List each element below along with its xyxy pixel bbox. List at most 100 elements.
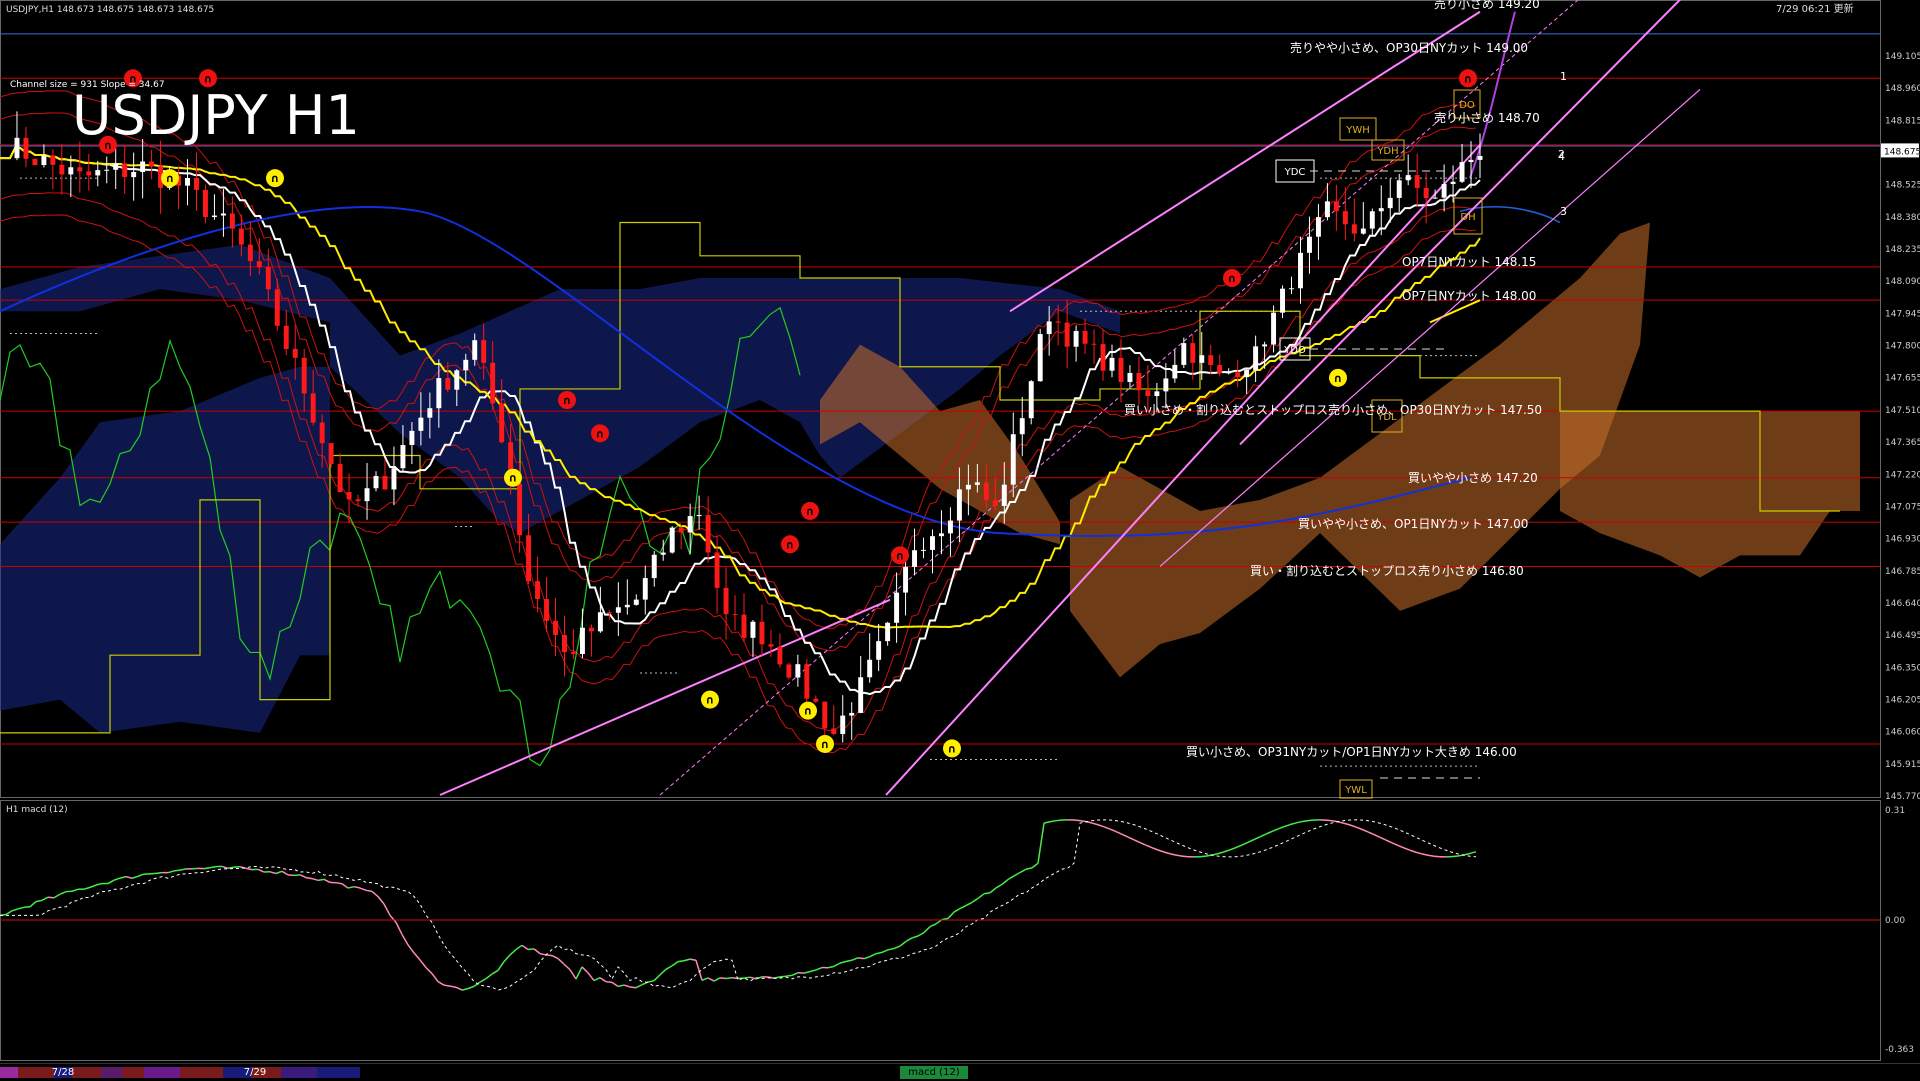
macd-segment bbox=[828, 966, 834, 967]
macd-segment bbox=[372, 891, 378, 896]
macd-segment bbox=[42, 897, 48, 900]
candle-body bbox=[194, 178, 199, 190]
candle-body bbox=[1361, 229, 1366, 234]
price-tick-20: 146.205 bbox=[1885, 695, 1920, 705]
macd-segment bbox=[1218, 852, 1224, 854]
candle-body bbox=[284, 326, 289, 349]
macd-panel-frame bbox=[1, 801, 1881, 1061]
candle-body bbox=[391, 468, 396, 489]
candle-body bbox=[607, 612, 612, 613]
macd-segment bbox=[426, 968, 432, 974]
candle-body bbox=[1029, 381, 1034, 418]
macd-segment bbox=[948, 912, 954, 918]
candle-body bbox=[239, 229, 244, 245]
candle-body bbox=[1397, 180, 1402, 198]
fractal-up-icon: ∩ bbox=[701, 691, 719, 709]
candle-body bbox=[894, 593, 899, 623]
macd-segment bbox=[1470, 852, 1476, 854]
fractal-down-icon: ∩ bbox=[1223, 269, 1241, 287]
macd-segment bbox=[492, 970, 498, 974]
candle-body bbox=[374, 476, 379, 488]
macd-segment bbox=[1140, 843, 1146, 846]
candle-body bbox=[409, 431, 414, 445]
macd-segment bbox=[804, 972, 810, 974]
macd-segment bbox=[870, 954, 876, 957]
candle-body bbox=[526, 535, 531, 581]
macd-segment bbox=[1338, 822, 1344, 823]
annotation-9: 売り小さめ 149.20 bbox=[1434, 0, 1540, 11]
candle-body bbox=[1280, 289, 1285, 313]
macd-segment bbox=[336, 883, 342, 884]
fractal-glyph: ∩ bbox=[1334, 372, 1343, 385]
macd-segment bbox=[996, 884, 1002, 888]
candle-body bbox=[23, 138, 28, 159]
macd-segment bbox=[456, 987, 462, 990]
macd-segment bbox=[312, 879, 318, 881]
price-tick-2: 148.815 bbox=[1885, 116, 1920, 126]
macd-segment bbox=[168, 871, 174, 873]
fractal-up-icon: ∩ bbox=[266, 169, 284, 187]
macd-segment bbox=[660, 969, 666, 974]
macd-segment bbox=[594, 978, 600, 981]
macd-segment bbox=[864, 957, 870, 959]
candle-body bbox=[1127, 373, 1132, 382]
price-tick-14: 147.075 bbox=[1885, 502, 1920, 512]
macd-segment bbox=[882, 950, 888, 953]
macd-segment bbox=[954, 909, 960, 913]
macd-segment bbox=[570, 970, 576, 979]
current-price-badge: 148.675 bbox=[1881, 143, 1920, 157]
macd-segment bbox=[384, 904, 390, 915]
candle-body bbox=[418, 418, 423, 431]
macd-segment bbox=[246, 868, 252, 869]
channel-number-2: 3 bbox=[1560, 205, 1567, 218]
macd-segment bbox=[546, 955, 552, 956]
fractal-glyph: ∩ bbox=[596, 427, 605, 440]
candle-body bbox=[777, 647, 782, 665]
macd-segment bbox=[126, 877, 132, 879]
candle-body bbox=[571, 652, 576, 654]
tab-date-0729[interactable]: 7/29 bbox=[240, 1066, 270, 1079]
candle-body bbox=[68, 167, 73, 174]
price-tick-7: 148.090 bbox=[1885, 277, 1920, 287]
candle-body bbox=[535, 581, 540, 599]
macd-tick-2: -0.363 bbox=[1885, 1045, 1914, 1055]
macd-segment bbox=[474, 982, 480, 986]
projection-curve bbox=[1470, 12, 1515, 178]
annotation-8: 買い小さめ、OP31NYカット/OP1日NYカット大きめ 146.00 bbox=[1186, 745, 1517, 759]
mt4-chart-window[interactable]: ∩∩∩∩∩∩∩∩∩∩∩∩∩∩∩∩∩∩ YDCYWHYDHYDOYDLYWLDOD… bbox=[0, 0, 1920, 1080]
macd-segment bbox=[852, 958, 858, 960]
price-tick-5: 148.380 bbox=[1885, 213, 1920, 223]
candle-body bbox=[1047, 321, 1052, 334]
macd-segment bbox=[906, 938, 912, 941]
candle-body bbox=[634, 600, 639, 605]
fractal-up-icon: ∩ bbox=[816, 735, 834, 753]
macd-segment bbox=[60, 892, 66, 895]
macd-segment bbox=[48, 897, 54, 898]
channel-info: Channel size = 931 Slope = 34.67 bbox=[10, 80, 165, 90]
level-box-0: YDC bbox=[1276, 160, 1314, 182]
level-box-label: YDH bbox=[1376, 146, 1398, 157]
candle-body bbox=[1172, 365, 1177, 379]
price-chart[interactable]: ∩∩∩∩∩∩∩∩∩∩∩∩∩∩∩∩∩∩ YDCYWHYDHYDOYDLYWLDOD… bbox=[0, 0, 1920, 1080]
macd-segment bbox=[1044, 822, 1050, 823]
candle-body bbox=[831, 728, 836, 734]
tab-macd[interactable]: macd (12) bbox=[900, 1066, 968, 1079]
macd-segment bbox=[1296, 822, 1302, 823]
candle-body bbox=[1181, 343, 1186, 365]
macd-segment bbox=[1452, 856, 1458, 857]
annotation-0: 売りやや小さめ、OP30日NYカット 149.00 bbox=[1290, 40, 1528, 55]
level-box-label: DH bbox=[1460, 212, 1475, 223]
macd-segment bbox=[1080, 821, 1086, 822]
candle-body bbox=[517, 484, 522, 535]
macd-segment bbox=[72, 889, 78, 891]
macd-segment bbox=[462, 989, 468, 990]
tab-date-0728[interactable]: 7/28 bbox=[48, 1066, 78, 1079]
macd-segment bbox=[684, 959, 690, 961]
macd-segment bbox=[1152, 848, 1158, 850]
macd-segment bbox=[120, 877, 126, 878]
candle-body bbox=[706, 515, 711, 553]
date-tab-bar[interactable]: 7/28 7/29 macd (12) bbox=[0, 1063, 1920, 1081]
annotation-7: 買い・割り込むとストップロス売り小さめ 146.80 bbox=[1250, 563, 1524, 578]
macd-segment bbox=[1158, 850, 1164, 852]
fractal-glyph: ∩ bbox=[271, 172, 280, 185]
